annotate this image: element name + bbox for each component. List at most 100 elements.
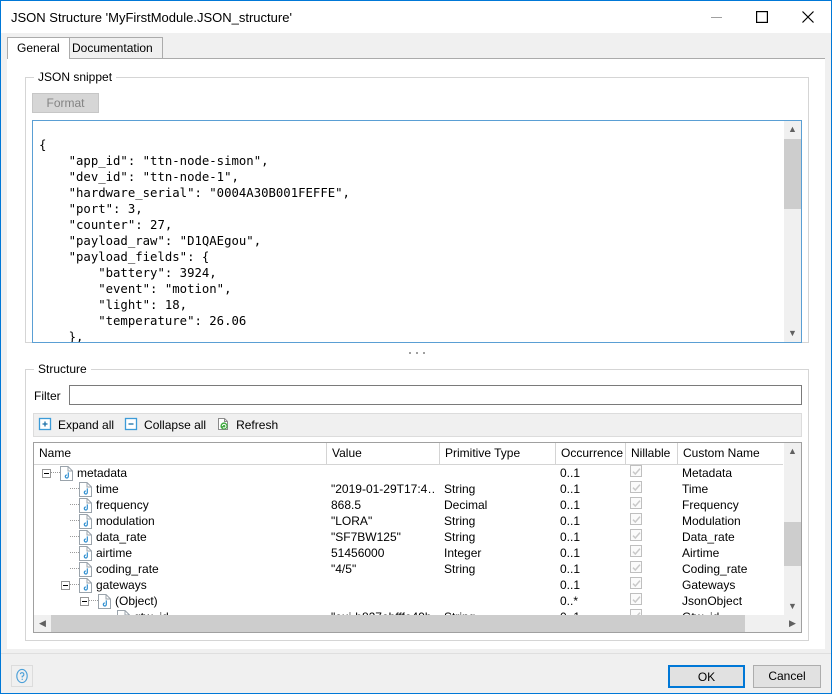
structure-tree-table[interactable]: Name Value Primitive Type Occurrence Nil… (33, 442, 802, 633)
cell-occurrence: 0..1 (560, 466, 581, 480)
filter-input[interactable] (69, 385, 802, 405)
refresh-icon (216, 417, 232, 433)
cell-nillable (630, 561, 682, 577)
panel-splitter[interactable] (25, 348, 809, 358)
tree-node[interactable]: gateways (61, 577, 147, 593)
minimize-icon[interactable] (693, 1, 739, 33)
column-header-value[interactable]: Value (326, 443, 439, 464)
cell-value: 51456000 (331, 546, 385, 560)
title-bar: JSON Structure 'MyFirstModule.JSON_struc… (1, 1, 831, 33)
table-horizontal-scrollbar[interactable]: ◀ ▶ (34, 615, 801, 632)
cell-custom-name: Data_rate (682, 530, 735, 544)
cancel-button[interactable]: Cancel (753, 665, 821, 688)
refresh-button[interactable]: Refresh (212, 414, 284, 436)
collapse-toggle-icon[interactable] (80, 596, 89, 606)
json-node-icon (98, 593, 111, 609)
tree-node[interactable]: modulation (61, 513, 155, 529)
collapse-all-button[interactable]: Collapse all (120, 414, 212, 436)
tree-line (70, 552, 79, 554)
nillable-checkbox[interactable] (630, 561, 642, 573)
json-snippet-editor[interactable]: { "app_id": "ttn-node-simon", "dev_id": … (32, 120, 802, 343)
help-button[interactable] (11, 665, 33, 687)
ok-button[interactable]: OK (668, 665, 745, 688)
cell-occurrence: 0..* (560, 594, 579, 608)
tree-node-label: (Object) (115, 594, 158, 608)
tree-node[interactable]: data_rate (61, 529, 147, 545)
cell-custom-name: Modulation (682, 514, 741, 528)
tree-line (70, 504, 79, 506)
tree-node[interactable]: metadata (42, 465, 127, 481)
table-row[interactable]: modulation "LORA" String 0..1 Modulation (34, 513, 801, 529)
table-row[interactable]: (Object) 0..* JsonObject (34, 593, 801, 609)
maximize-icon[interactable] (739, 1, 785, 33)
table-row[interactable]: gateways 0..1 Gateways (34, 577, 801, 593)
table-vertical-scrollbar[interactable]: ▲ ▼ (783, 443, 801, 615)
expand-all-button[interactable]: Expand all (34, 414, 120, 436)
tree-node-label: data_rate (96, 530, 147, 544)
tree-node[interactable]: airtime (61, 545, 132, 561)
tab-documentation[interactable]: Documentation (62, 37, 163, 59)
scroll-down-icon[interactable]: ▼ (784, 325, 801, 342)
column-header-name[interactable]: Name (34, 443, 326, 464)
scroll-down-icon[interactable]: ▼ (784, 598, 801, 615)
cell-occurrence: 0..1 (560, 514, 581, 528)
json-snippet-code: { "app_id": "ttn-node-simon", "dev_id": … (39, 138, 350, 343)
json-node-icon (79, 561, 92, 577)
close-icon[interactable] (785, 1, 831, 33)
column-header-primitive-type[interactable]: Primitive Type (439, 443, 555, 464)
cell-custom-name: Time (682, 482, 709, 496)
cell-nillable (630, 465, 682, 481)
nillable-checkbox[interactable] (630, 545, 642, 557)
nillable-checkbox[interactable] (630, 593, 642, 605)
scroll-up-icon[interactable]: ▲ (784, 443, 801, 460)
scrollbar-thumb[interactable] (51, 615, 745, 632)
nillable-checkbox[interactable] (630, 513, 642, 525)
cell-primitive-type: String (444, 482, 476, 496)
tree-line (70, 568, 79, 570)
tree-node[interactable]: time (61, 481, 119, 497)
nillable-checkbox[interactable] (630, 465, 642, 477)
tree-node-label: coding_rate (96, 562, 159, 576)
table-row[interactable]: time "2019-01-29T17:4… String 0..1 Time (34, 481, 801, 497)
scrollbar-thumb[interactable] (784, 139, 801, 209)
filter-label: Filter (34, 389, 61, 403)
cell-primitive-type: String (444, 514, 476, 528)
json-snippet-legend: JSON snippet (34, 70, 117, 84)
collapse-toggle-icon[interactable] (61, 580, 70, 590)
tab-underline-mask (8, 58, 61, 59)
cell-occurrence: 0..1 (560, 562, 581, 576)
table-row[interactable]: coding_rate "4/5" String 0..1 Coding_rate (34, 561, 801, 577)
structure-toolbar: Expand all Collapse all Refresh (33, 413, 802, 437)
table-row[interactable]: airtime 51456000 Integer 0..1 Airtime (34, 545, 801, 561)
cell-primitive-type (444, 465, 552, 481)
table-row[interactable]: data_rate "SF7BW125" String 0..1 Data_rate (34, 529, 801, 545)
format-button[interactable]: Format (32, 93, 99, 113)
column-header-occurrence[interactable]: Occurrence (555, 443, 625, 464)
collapse-toggle-icon[interactable] (42, 468, 51, 478)
scroll-left-icon[interactable]: ◀ (34, 615, 51, 632)
cell-nillable (630, 545, 682, 561)
scrollbar-thumb[interactable] (784, 522, 801, 566)
tree-node[interactable]: (Object) (80, 593, 158, 609)
nillable-checkbox[interactable] (630, 577, 642, 589)
tree-node[interactable]: coding_rate (61, 561, 159, 577)
cell-nillable (630, 481, 682, 497)
nillable-checkbox[interactable] (630, 497, 642, 509)
cell-primitive-type (444, 593, 552, 609)
json-editor-vertical-scrollbar[interactable]: ▲ ▼ (783, 121, 801, 342)
column-header-nillable[interactable]: Nillable (625, 443, 677, 464)
column-header-custom-name[interactable]: Custom Name (677, 443, 785, 464)
table-row[interactable]: metadata 0..1 Metadata (34, 465, 801, 481)
cell-value (331, 577, 436, 593)
tree-node[interactable]: frequency (61, 497, 149, 513)
table-row[interactable]: frequency 868.5 Decimal 0..1 Frequency (34, 497, 801, 513)
tab-general[interactable]: General (7, 37, 70, 59)
scroll-up-icon[interactable]: ▲ (784, 121, 801, 138)
cell-primitive-type: Integer (444, 546, 482, 560)
nillable-checkbox[interactable] (630, 529, 642, 541)
scroll-right-icon[interactable]: ▶ (784, 615, 801, 632)
cell-primitive-type (444, 577, 552, 593)
cell-occurrence: 0..1 (560, 530, 581, 544)
window-title: JSON Structure 'MyFirstModule.JSON_struc… (11, 9, 292, 25)
nillable-checkbox[interactable] (630, 481, 642, 493)
